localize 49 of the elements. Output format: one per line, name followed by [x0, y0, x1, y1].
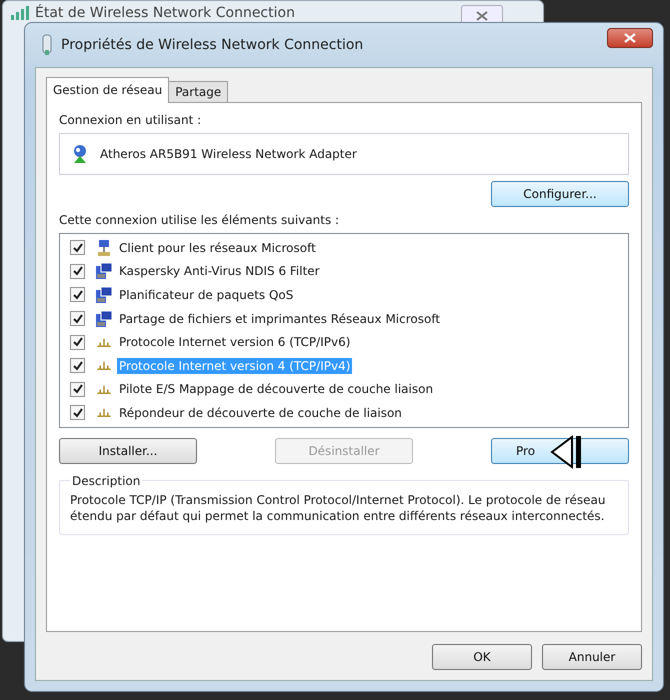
section-label: Cette connexion utilise les éléments suivants :: [59, 213, 340, 227]
check-icon: [72, 242, 82, 253]
check-icon: [72, 314, 82, 324]
list-item[interactable]: Partage de fichiers et imprimantes Réseaux Microsoft: [117, 310, 442, 327]
network-client-icon: [95, 238, 113, 257]
signal-icon: [11, 6, 29, 20]
list-item[interactable]: Planificateur de paquets QoS: [117, 286, 296, 303]
protocol-icon: [97, 408, 111, 418]
configure-button[interactable]: Configurer...: [491, 181, 629, 207]
list-item[interactable]: Répondeur de découverte de couche de liaison: [117, 404, 404, 421]
dialog-button[interactable]: Annuler: [542, 644, 642, 670]
protocol-icon: [97, 338, 111, 347]
computer-icon: [95, 286, 113, 304]
list-item[interactable]: Protocole Internet version 6 (TCP/IPv6): [117, 334, 352, 350]
checkbox[interactable]: [70, 264, 85, 279]
tab[interactable]: Partage: [168, 81, 228, 102]
checkbox[interactable]: [70, 240, 85, 256]
checkbox[interactable]: [70, 358, 85, 374]
protocol-icon: [97, 361, 111, 370]
close-icon: [476, 11, 488, 21]
checkbox[interactable]: [70, 382, 85, 397]
checkbox[interactable]: [70, 334, 85, 350]
check-icon: [72, 337, 82, 348]
check-icon: [72, 384, 82, 394]
description-text: Protocole TCP/IP (Transmission Control Protocol/Internet Protocol). Le protocole de réseau étendu par défaut qui permet la communication entre différents réseaux interconnectés.: [70, 492, 606, 524]
adapter-icon: [41, 34, 53, 56]
close-icon: [624, 33, 636, 43]
window-title: Propriétés de Wireless Network Connection: [61, 37, 364, 53]
check-icon: [72, 266, 82, 276]
check-icon: [72, 290, 82, 300]
checkbox[interactable]: [70, 287, 85, 302]
dialog-button[interactable]: OK: [432, 644, 532, 670]
check-icon: [72, 408, 82, 418]
list-item[interactable]: Client pour les réseaux Microsoft: [117, 240, 318, 256]
computer-icon: [95, 310, 113, 328]
list-item[interactable]: Kaspersky Anti-Virus NDIS 6 Filter: [117, 263, 322, 280]
check-icon: [72, 360, 82, 371]
action-button[interactable]: Installer...: [59, 438, 197, 464]
close-button[interactable]: [607, 28, 653, 48]
computer-icon: [95, 262, 113, 280]
checkbox[interactable]: [70, 311, 85, 326]
tab[interactable]: Gestion de réseau: [46, 77, 170, 103]
checkbox[interactable]: [70, 405, 85, 420]
protocol-icon: [97, 384, 111, 394]
adapter-name: Atheros AR5B91 Wireless Network Adapter: [100, 147, 357, 161]
background-window-title: État de Wireless Network Connection: [35, 5, 295, 21]
group-title: Description: [71, 474, 142, 488]
list-item[interactable]: Pilote E/S Mappage de découverte de couche liaison: [117, 381, 436, 398]
section-label: Connexion en utilisant :: [59, 113, 202, 127]
